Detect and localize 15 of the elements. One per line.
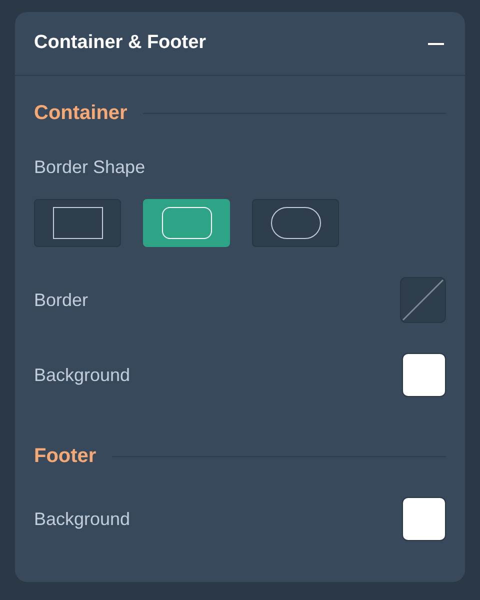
field-label: Background [34, 508, 130, 531]
section-title: Container [34, 101, 128, 126]
pill-shape-icon [270, 207, 320, 239]
field-label: Background [34, 364, 130, 387]
section-title: Footer [34, 444, 96, 469]
empty-color-swatch[interactable] [400, 277, 446, 323]
shape-option[interactable] [34, 199, 121, 247]
shape-option[interactable] [252, 199, 339, 247]
color-swatch[interactable] [402, 353, 446, 397]
field-label: Border [34, 288, 88, 312]
field-label: Border Shape [34, 156, 146, 179]
square-shape-icon [52, 207, 102, 239]
color-swatch[interactable] [402, 497, 446, 541]
panel-title: Container & Footer [34, 31, 206, 56]
rounded-shape-icon [162, 207, 212, 239]
